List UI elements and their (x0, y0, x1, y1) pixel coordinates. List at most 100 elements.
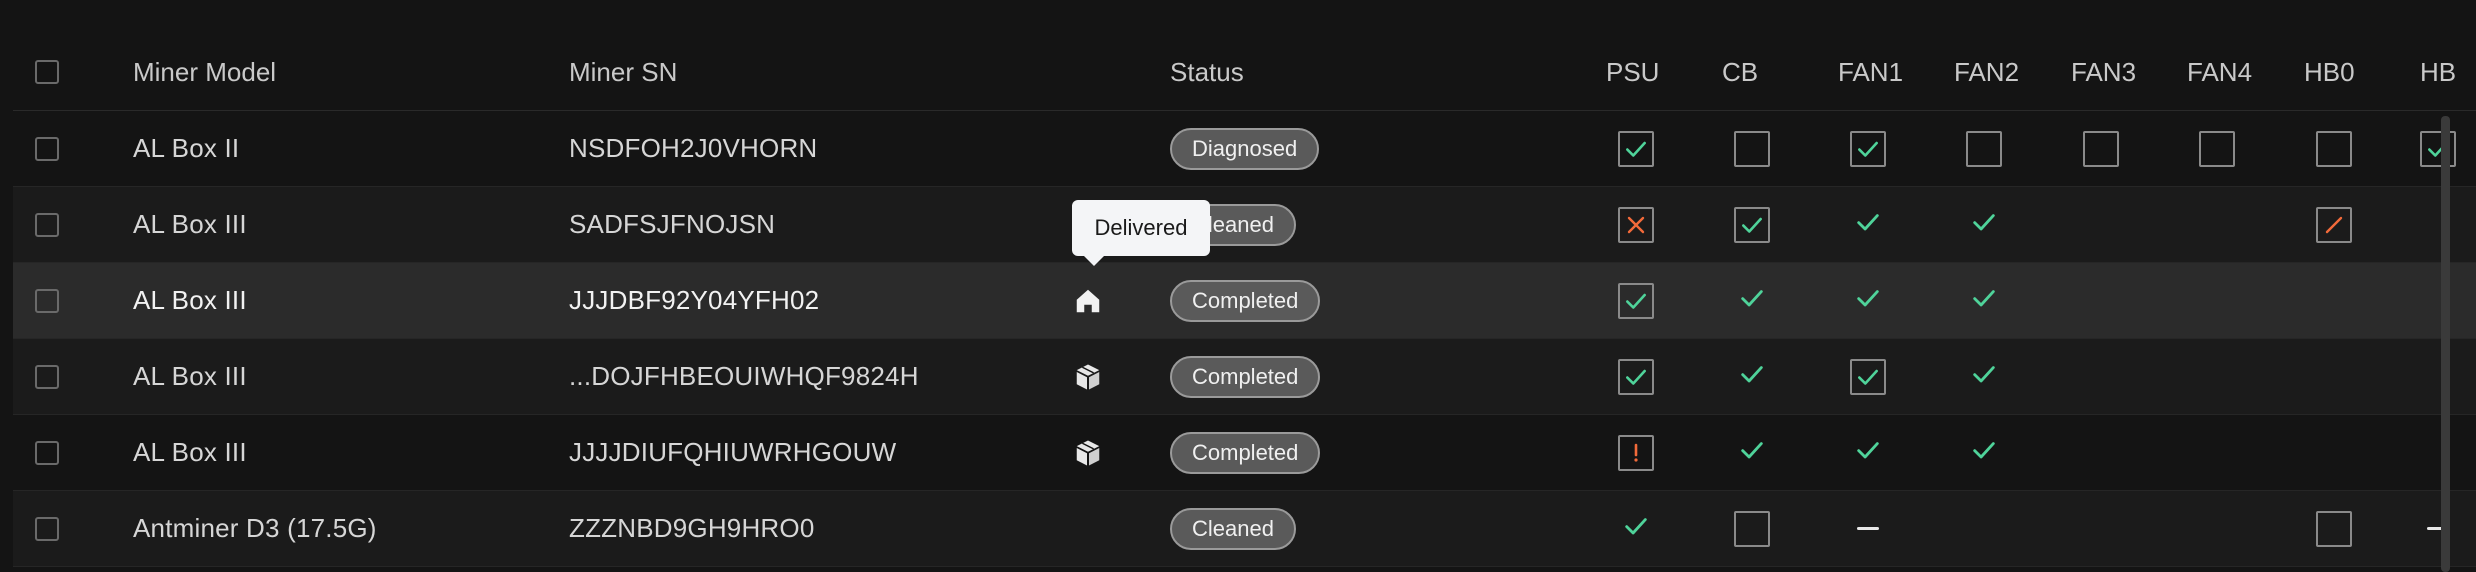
psu-checked-box (1618, 130, 1654, 167)
header-fan3[interactable]: FAN3 (2071, 34, 2136, 110)
fan1-cell (1850, 415, 1886, 490)
cb-cell (1734, 111, 1770, 186)
status-badge: Diagnosed (1170, 127, 1320, 170)
fan1-cell (1850, 491, 1886, 566)
header-status[interactable]: Status (1170, 34, 1244, 110)
psu-error-box (1618, 206, 1654, 243)
hb1-cell (2420, 111, 2456, 186)
header-fan4[interactable]: FAN4 (2187, 34, 2252, 110)
header-hb1[interactable]: HB (2420, 34, 2456, 110)
status-badge: Completed (1170, 431, 1321, 474)
row-checkbox[interactable] (35, 364, 59, 389)
fan2-cell (1966, 339, 2002, 414)
row-checkbox[interactable] (35, 516, 59, 541)
cb-checked-box (1734, 206, 1770, 243)
table-row[interactable]: Antminer D3 (17.5G) ZZZNBD9GH9HRO0 Cleaned (13, 491, 2476, 567)
row-select-cell (35, 491, 59, 566)
row-icon-cell[interactable] (1071, 263, 1105, 338)
select-all-checkbox[interactable] (35, 60, 59, 84)
psu-warning-box (1618, 434, 1654, 471)
hb1-cell (2420, 491, 2456, 566)
header-hb0[interactable]: HB0 (2304, 34, 2355, 110)
table-row[interactable]: AL Box III ...DOJFHBEOUIWHQF9824H Complete… (13, 339, 2476, 415)
hb0-cell (2316, 187, 2352, 262)
psu-cell (1618, 111, 1654, 186)
psu-cell (1618, 339, 1654, 414)
row-icon-cell[interactable] (1071, 339, 1105, 414)
header-miner-model[interactable]: Miner Model (133, 34, 276, 110)
hb1-checked-box (2420, 130, 2456, 167)
vertical-scrollbar[interactable] (2441, 116, 2450, 572)
status-cell: Completed (1170, 415, 1321, 490)
fan4-cell (2199, 111, 2235, 186)
header-cb[interactable]: CB (1722, 34, 1758, 110)
header-psu[interactable]: PSU (1606, 34, 1659, 110)
status-cell: Cleaned (1170, 491, 1296, 566)
miner-table: Miner Model Miner SN Status PSU CB FAN1 … (13, 34, 2476, 572)
fan2-cell (1966, 263, 2002, 338)
hb0-empty-box (2316, 510, 2352, 547)
miner-model: AL Box III (133, 437, 247, 467)
cb-check-icon (1738, 360, 1766, 393)
slash-icon (2325, 216, 2343, 233)
fan2-check-icon (1970, 436, 1998, 469)
hb0-cell (2316, 111, 2352, 186)
miner-sn: ZZZNBD9GH9HRO0 (569, 513, 815, 543)
row-select-cell (35, 263, 59, 338)
check-icon (1626, 369, 1646, 385)
cb-empty-box (1734, 510, 1770, 547)
row-checkbox[interactable] (35, 440, 59, 465)
psu-cell (1618, 263, 1654, 338)
table-row[interactable]: AL Box III JJJDBF92Y04YFH02 Completed (13, 263, 2476, 339)
psu-checked-box (1618, 358, 1654, 395)
status-cell: Completed (1170, 263, 1321, 338)
header-miner-sn[interactable]: Miner SN (569, 34, 677, 110)
hb0-cell (2316, 491, 2352, 566)
cb-cell (1734, 491, 1770, 566)
fan1-check-icon (1854, 436, 1882, 469)
fan1-check-icon (1854, 284, 1882, 317)
fan1-cell (1850, 263, 1886, 338)
table-row[interactable]: AL Box III SADFSJFNOJSN Cleaned (13, 187, 2476, 263)
check-icon (1626, 293, 1646, 309)
miner-sn: JJJDBF92Y04YFH02 (569, 285, 820, 315)
miner-model: AL Box III (133, 209, 247, 239)
check-icon (1858, 141, 1878, 157)
row-select-cell (35, 415, 59, 490)
miner-model: AL Box III (133, 285, 247, 315)
cb-check-icon (1738, 436, 1766, 469)
cb-cell (1734, 187, 1770, 262)
status-cell: Completed (1170, 339, 1321, 414)
fan3-cell (2083, 111, 2119, 186)
table-row[interactable]: AL Box III JJJJDIUFQHIUWRHGOUW Completed (13, 415, 2476, 491)
delivered-tooltip: Delivered (1072, 200, 1210, 266)
check-icon (1858, 369, 1878, 385)
package-icon (1071, 436, 1105, 470)
miner-sn: ...DOJFHBEOUIWHQF9824H (569, 361, 919, 391)
row-checkbox[interactable] (35, 288, 59, 313)
row-checkbox[interactable] (35, 212, 59, 237)
fan1-checked-box (1850, 130, 1886, 167)
miner-model: Antminer D3 (17.5G) (133, 513, 377, 543)
psu-cell (1618, 187, 1654, 262)
table-row[interactable]: AL Box II NSDFOH2J0VHORN Diagnosed (13, 111, 2476, 187)
psu-cell (1618, 491, 1654, 566)
row-icon-cell[interactable] (1071, 415, 1105, 490)
row-checkbox[interactable] (35, 136, 59, 161)
fan2-check-icon (1970, 360, 1998, 393)
psu-cell (1618, 415, 1654, 490)
fan2-check-icon (1970, 208, 1998, 241)
table-header: Miner Model Miner SN Status PSU CB FAN1 … (13, 34, 2476, 111)
miner-sn: NSDFOH2J0VHORN (569, 133, 818, 163)
header-fan1[interactable]: FAN1 (1838, 34, 1903, 110)
header-fan2[interactable]: FAN2 (1954, 34, 2019, 110)
cb-cell (1734, 263, 1770, 338)
x-icon (1627, 216, 1645, 233)
home-icon (1071, 284, 1105, 318)
miner-model: AL Box III (133, 361, 247, 391)
hb0-partial-box (2316, 206, 2352, 243)
fan2-check-icon (1970, 284, 1998, 317)
fan3-empty-box (2083, 130, 2119, 167)
fan2-cell (1966, 415, 2002, 490)
fan2-cell (1966, 187, 2002, 262)
